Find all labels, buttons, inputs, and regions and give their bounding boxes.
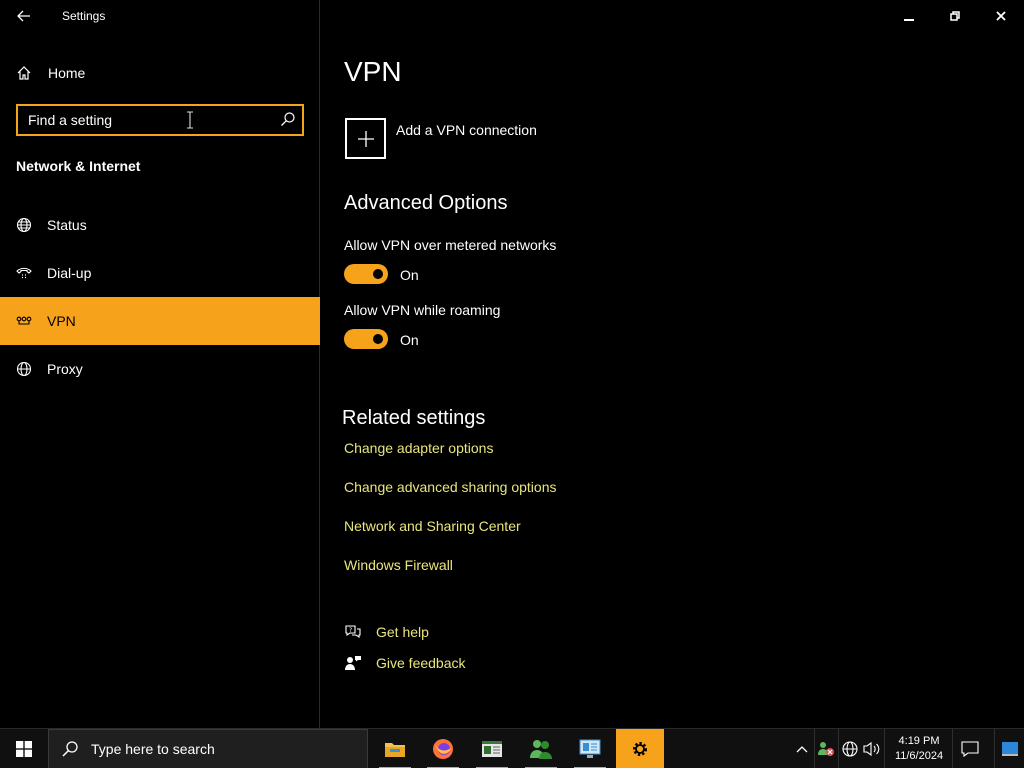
sidebar-item-label: Proxy xyxy=(47,361,83,377)
advanced-options-title: Advanced Options xyxy=(344,192,508,214)
settings-taskbar-button[interactable] xyxy=(616,729,664,768)
metered-toggle-state: On xyxy=(400,267,419,283)
close-button[interactable] xyxy=(978,0,1024,32)
sidebar-item-label: Status xyxy=(47,217,87,233)
firefox-taskbar-button[interactable] xyxy=(419,729,467,768)
tray-divider xyxy=(994,729,995,768)
vpn-icon xyxy=(16,313,32,329)
network-globe-icon xyxy=(842,741,858,757)
document-app-taskbar-button[interactable] xyxy=(468,729,516,768)
app-title: Settings xyxy=(62,9,106,23)
give-feedback-link[interactable]: Give feedback xyxy=(344,654,466,672)
users-icon xyxy=(530,740,552,759)
sidebar-item-label: VPN xyxy=(47,313,76,329)
speaker-icon xyxy=(863,741,880,757)
window-controls xyxy=(886,0,1024,32)
search-icon[interactable] xyxy=(280,111,296,127)
action-center-button[interactable] xyxy=(954,729,986,768)
sidebar: Settings Home Network & Internet xyxy=(0,0,320,728)
back-arrow-icon xyxy=(17,10,30,22)
get-help-link[interactable]: ? Get help xyxy=(344,623,429,641)
get-help-label: Get help xyxy=(376,624,429,640)
firefox-icon xyxy=(433,739,453,759)
tray-divider xyxy=(884,729,885,768)
find-setting-input[interactable] xyxy=(18,112,258,128)
sidebar-item-status[interactable]: Status xyxy=(0,201,320,249)
restore-icon xyxy=(950,11,960,21)
network-tray-button[interactable] xyxy=(839,729,861,768)
notification-icon xyxy=(961,741,979,757)
home-nav-item[interactable]: Home xyxy=(0,56,320,90)
gear-icon xyxy=(633,742,647,756)
page-title: VPN xyxy=(344,56,402,87)
svg-text:?: ? xyxy=(349,627,352,634)
add-vpn-label: Add a VPN connection xyxy=(396,122,537,138)
show-desktop-button[interactable] xyxy=(996,729,1024,768)
taskbar-clock[interactable]: 4:19 PM 11/6/2024 xyxy=(886,729,952,768)
sidebar-item-proxy[interactable]: Proxy xyxy=(0,345,320,393)
text-cursor-icon xyxy=(187,111,193,129)
main-content: VPN Add a VPN connection Advanced Option… xyxy=(321,0,1024,728)
settings-window: Settings Home Network & Internet xyxy=(0,0,1024,728)
roaming-option-label: Allow VPN while roaming xyxy=(344,302,501,318)
add-box xyxy=(345,118,386,159)
minimize-icon xyxy=(904,19,914,21)
sidebar-item-vpn[interactable]: VPN xyxy=(0,297,320,345)
back-button[interactable] xyxy=(8,4,40,28)
title-bar: Settings xyxy=(0,0,320,32)
users-app-taskbar-button[interactable] xyxy=(517,729,565,768)
clock-date: 11/6/2024 xyxy=(894,750,944,762)
start-button[interactable] xyxy=(0,729,48,768)
control-panel-taskbar-button[interactable] xyxy=(566,729,614,768)
folder-icon xyxy=(385,743,405,757)
home-icon xyxy=(17,66,31,80)
sidebar-nav: Status Dial-up VPN Proxy xyxy=(0,201,320,393)
desktop-preview-icon xyxy=(1002,742,1018,756)
metered-toggle[interactable] xyxy=(344,264,388,284)
minimize-button[interactable] xyxy=(886,0,932,32)
windows-logo-icon xyxy=(16,741,32,757)
file-explorer-taskbar-button[interactable] xyxy=(371,729,419,768)
globe-icon xyxy=(16,361,32,377)
clock-time: 4:19 PM xyxy=(898,735,940,747)
help-chat-icon: ? xyxy=(344,623,362,641)
add-vpn-button[interactable]: Add a VPN connection xyxy=(345,118,537,159)
chevron-up-icon xyxy=(796,746,808,753)
feedback-person-icon xyxy=(344,654,362,672)
sidebar-item-label: Dial-up xyxy=(47,265,92,281)
restore-button[interactable] xyxy=(932,0,978,32)
related-settings-title: Related settings xyxy=(342,407,486,429)
metered-option-label: Allow VPN over metered networks xyxy=(344,237,557,253)
volume-tray-button[interactable] xyxy=(861,729,883,768)
close-icon xyxy=(996,11,1006,21)
find-setting-search[interactable] xyxy=(16,104,304,136)
roaming-toggle-state: On xyxy=(400,332,419,348)
change-advanced-sharing-link[interactable]: Change advanced sharing options xyxy=(344,479,557,495)
monitor-app-icon xyxy=(579,739,601,758)
globe-status-icon xyxy=(16,217,32,233)
taskbar-search-placeholder: Type here to search xyxy=(91,741,215,757)
tray-app-icon-button[interactable] xyxy=(815,729,837,768)
tray-divider xyxy=(952,729,953,768)
toggle-knob xyxy=(373,269,383,279)
plus-icon xyxy=(357,130,374,147)
roaming-toggle[interactable] xyxy=(344,329,388,349)
document-window-icon xyxy=(482,741,502,757)
dial-up-icon xyxy=(16,265,32,281)
users-tray-icon xyxy=(818,742,834,756)
network-sharing-center-link[interactable]: Network and Sharing Center xyxy=(344,518,521,534)
show-hidden-icons-button[interactable] xyxy=(790,729,814,768)
taskbar: Type here to search 4:19 PM 11/6/2024 xyxy=(0,728,1024,768)
give-feedback-label: Give feedback xyxy=(376,655,466,671)
change-adapter-options-link[interactable]: Change adapter options xyxy=(344,440,493,456)
taskbar-search[interactable]: Type here to search xyxy=(48,729,368,768)
home-label: Home xyxy=(48,65,86,81)
windows-firewall-link[interactable]: Windows Firewall xyxy=(344,557,453,573)
toggle-knob xyxy=(373,334,383,344)
search-icon xyxy=(62,741,78,757)
section-title: Network & Internet xyxy=(16,158,141,174)
sidebar-item-dial-up[interactable]: Dial-up xyxy=(0,249,320,297)
